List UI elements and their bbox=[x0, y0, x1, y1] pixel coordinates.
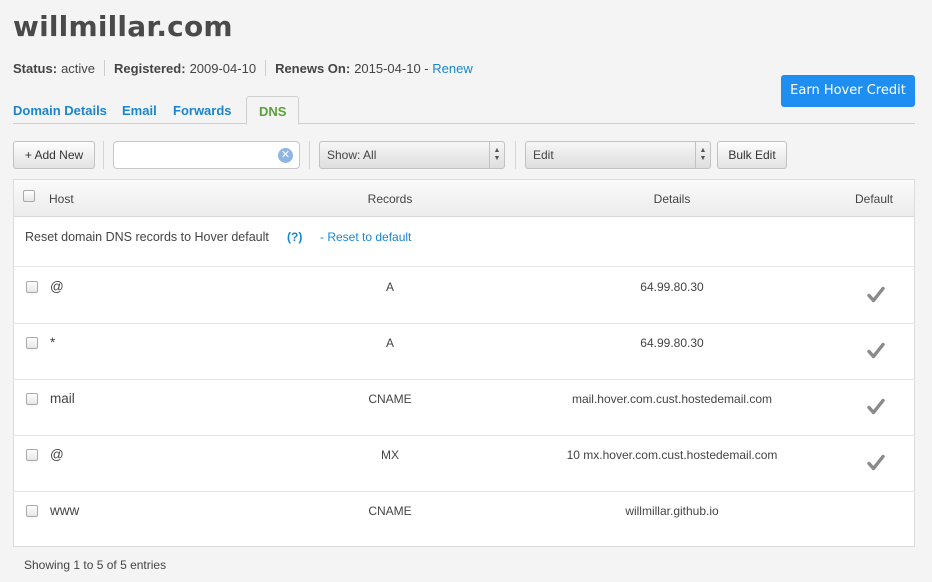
row-checkbox[interactable] bbox=[26, 337, 38, 349]
entries-info: Showing 1 to 5 of 5 entries bbox=[24, 558, 167, 572]
row-host: * bbox=[50, 335, 56, 350]
row-details: 10 mx.hover.com.cust.hostedemail.com bbox=[566, 448, 778, 462]
table-row[interactable]: mail CNAME mail.hover.com.cust.hostedemail… bbox=[14, 380, 914, 436]
renew-link[interactable]: Renew bbox=[432, 61, 472, 76]
divider bbox=[515, 141, 516, 169]
tab-email[interactable]: Email bbox=[122, 103, 157, 118]
registered-value: 2009-04-10 bbox=[189, 60, 257, 76]
bulk-edit-button[interactable]: Bulk Edit bbox=[717, 141, 787, 169]
row-details: willmillar.github.io bbox=[625, 504, 719, 518]
clear-search-icon[interactable]: ✕ bbox=[278, 148, 293, 163]
checkmark-icon bbox=[867, 286, 885, 303]
checkmark-icon bbox=[867, 342, 885, 359]
row-details: 64.99.80.30 bbox=[640, 336, 704, 350]
add-new-button[interactable]: + Add New bbox=[13, 141, 95, 169]
select-arrows-icon: ▲ ▼ bbox=[695, 142, 710, 168]
dns-table: Host Records Details Default Reset domai… bbox=[13, 179, 915, 547]
table-row[interactable]: @ A 64.99.80.30 bbox=[14, 268, 914, 324]
divider bbox=[265, 60, 267, 76]
select-all-checkbox[interactable] bbox=[23, 190, 35, 202]
checkmark-icon bbox=[867, 398, 885, 415]
row-checkbox[interactable] bbox=[26, 393, 38, 405]
row-record-type: A bbox=[385, 336, 394, 350]
row-record-type: CNAME bbox=[368, 392, 412, 406]
status-value: active bbox=[61, 60, 96, 76]
tab-domain-details[interactable]: Domain Details bbox=[13, 103, 107, 118]
header-records[interactable]: Records bbox=[340, 192, 440, 206]
renews-label: Renews On: bbox=[275, 60, 351, 76]
row-record-type: MX bbox=[381, 448, 399, 462]
row-host: @ bbox=[50, 279, 64, 294]
row-details: 64.99.80.30 bbox=[640, 280, 704, 294]
table-row[interactable]: * A 64.99.80.30 bbox=[14, 324, 914, 380]
status-line: Status: active Registered: 2009-04-10 Re… bbox=[13, 60, 473, 76]
show-filter-select[interactable]: Show: All ▲ ▼ bbox=[319, 141, 505, 169]
renews-value: 2015-04-10 - bbox=[354, 60, 429, 76]
help-link[interactable]: (?) bbox=[287, 230, 302, 244]
checkmark-icon bbox=[867, 454, 885, 471]
search-input[interactable]: ✕ bbox=[113, 141, 300, 169]
row-host: mail bbox=[50, 391, 75, 406]
header-details[interactable]: Details bbox=[572, 192, 772, 206]
edit-action-value: Edit bbox=[533, 148, 554, 162]
row-details: mail.hover.com.cust.hostedemail.com bbox=[571, 392, 773, 406]
divider bbox=[104, 60, 106, 76]
row-checkbox[interactable] bbox=[26, 281, 38, 293]
row-host: @ bbox=[50, 447, 64, 462]
tab-forwards[interactable]: Forwards bbox=[173, 103, 232, 118]
row-host: www bbox=[50, 503, 80, 518]
select-arrows-icon: ▲ ▼ bbox=[489, 142, 504, 168]
status-label: Status: bbox=[13, 60, 58, 76]
registered-label: Registered: bbox=[114, 60, 186, 76]
edit-action-select[interactable]: Edit ▲ ▼ bbox=[525, 141, 711, 169]
reset-text: Reset domain DNS records to Hover defaul… bbox=[25, 230, 269, 244]
tab-dns[interactable]: DNS bbox=[246, 96, 300, 125]
divider bbox=[309, 141, 310, 169]
tab-bar: Domain Details Email Forwards DNS bbox=[13, 96, 915, 125]
divider bbox=[103, 141, 104, 169]
row-checkbox[interactable] bbox=[26, 449, 38, 461]
table-row[interactable]: @ MX 10 mx.hover.com.cust.hostedemail.com bbox=[14, 436, 914, 492]
show-filter-value: Show: All bbox=[327, 148, 377, 162]
table-row[interactable]: www CNAME willmillar.github.io bbox=[14, 492, 914, 548]
header-host[interactable]: Host bbox=[49, 192, 74, 206]
reset-row: Reset domain DNS records to Hover defaul… bbox=[14, 217, 914, 267]
row-checkbox[interactable] bbox=[26, 505, 38, 517]
row-record-type: A bbox=[385, 280, 394, 294]
header-default[interactable]: Default bbox=[844, 192, 904, 206]
table-header: Host Records Details Default bbox=[14, 180, 914, 217]
domain-title: willmillar.com bbox=[13, 10, 233, 43]
reset-to-default-link[interactable]: - Reset to default bbox=[320, 230, 411, 244]
row-record-type: CNAME bbox=[368, 504, 412, 518]
